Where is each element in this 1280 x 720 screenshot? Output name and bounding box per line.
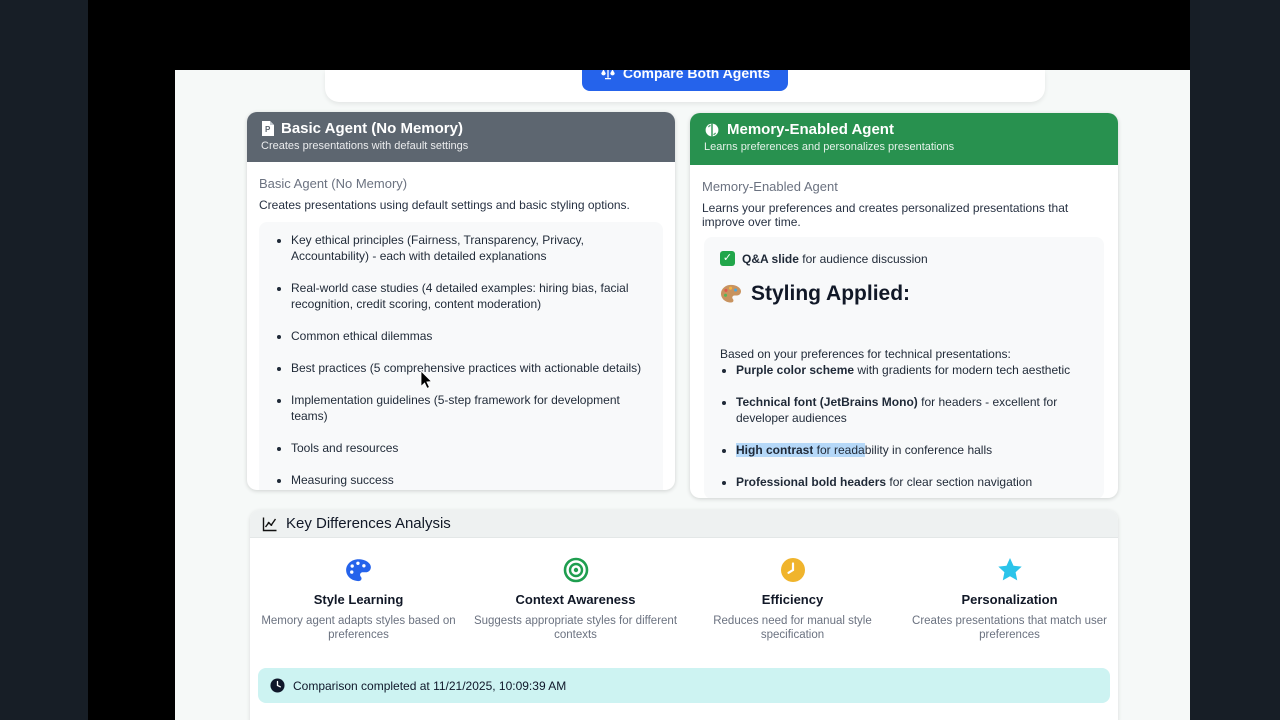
palette-icon bbox=[256, 556, 461, 584]
chart-icon bbox=[262, 516, 278, 532]
memory-styling-panel: ✓ Q&A slide for audience discussion Styl… bbox=[704, 237, 1104, 498]
list-item: Real-world case studies (4 detailed exam… bbox=[291, 280, 649, 312]
document-icon: P bbox=[261, 121, 274, 136]
qa-slide-line: ✓ Q&A slide for audience discussion bbox=[720, 251, 1088, 266]
target-icon bbox=[473, 556, 678, 584]
balance-scale-icon bbox=[600, 70, 616, 81]
feature-context-awareness: Context Awareness Suggests appropriate s… bbox=[467, 556, 684, 642]
list-item: Key ethical principles (Fairness, Transp… bbox=[291, 232, 649, 264]
clock-icon bbox=[690, 556, 895, 584]
list-item: Measuring success bbox=[291, 472, 649, 488]
list-item-selected-text: High contrast for readability in confere… bbox=[736, 442, 1088, 458]
status-clock-icon bbox=[270, 678, 285, 693]
qa-slide-bold: Q&A slide bbox=[742, 251, 799, 266]
list-item: Technical font (JetBrains Mono) for head… bbox=[736, 394, 1088, 426]
qa-slide-rest: for audience discussion bbox=[798, 251, 928, 266]
comparison-toolbar-card: Compare Both Agents bbox=[325, 70, 1045, 102]
status-text: Comparison completed at 11/21/2025, 10:0… bbox=[293, 678, 567, 693]
basic-card-subtitle: Creates presentations with default setti… bbox=[261, 140, 469, 152]
list-item: Implementation guidelines (5-step framew… bbox=[291, 392, 649, 424]
list-item: Purple color scheme with gradients for m… bbox=[736, 362, 1088, 378]
memory-card-subtitle: Learns preferences and personalizes pres… bbox=[704, 141, 955, 153]
memory-agent-card-header: Memory-Enabled Agent Learns preferences … bbox=[690, 113, 1118, 165]
memory-agent-card: Memory-Enabled Agent Learns preferences … bbox=[690, 113, 1118, 498]
compare-both-agents-button[interactable]: Compare Both Agents bbox=[582, 70, 788, 91]
styling-applied-heading: Styling Applied: bbox=[720, 282, 1088, 306]
basic-bullet-panel: Key ethical principles (Fairness, Transp… bbox=[259, 222, 663, 490]
memory-card-body: Memory-Enabled Agent Learns your prefere… bbox=[690, 165, 1118, 498]
basic-body-title: Basic Agent (No Memory) bbox=[259, 176, 408, 191]
styling-intro: Based on your preferences for technical … bbox=[720, 347, 1011, 361]
basic-agent-card: P Basic Agent (No Memory) Creates presen… bbox=[247, 112, 675, 490]
app-viewport: Compare Both Agents P Basic Agent (No Me… bbox=[175, 70, 1190, 720]
list-item: Best practices (5 comprehensive practice… bbox=[291, 360, 649, 376]
memory-body-title: Memory-Enabled Agent bbox=[702, 179, 838, 194]
basic-agent-card-header: P Basic Agent (No Memory) Creates presen… bbox=[247, 112, 675, 162]
styling-bullet-list: Purple color scheme with gradients for m… bbox=[720, 362, 1088, 490]
feature-personalization: Personalization Creates presentations th… bbox=[901, 556, 1118, 642]
feature-efficiency: Efficiency Reduces need for manual style… bbox=[684, 556, 901, 642]
basic-body-text: Creates presentations using default sett… bbox=[259, 198, 630, 212]
list-item: Professional bold headers for clear sect… bbox=[736, 474, 1088, 490]
features-row: Style Learning Memory agent adapts style… bbox=[250, 556, 1118, 642]
svg-text:P: P bbox=[265, 125, 271, 134]
check-icon: ✓ bbox=[720, 251, 735, 266]
memory-card-title: Memory-Enabled Agent bbox=[727, 121, 894, 138]
memory-body-text: Learns your preferences and creates pers… bbox=[702, 201, 1069, 229]
list-item: Common ethical dilemmas bbox=[291, 328, 649, 344]
basic-bullet-list: Key ethical principles (Fairness, Transp… bbox=[273, 232, 649, 490]
compare-button-label: Compare Both Agents bbox=[622, 70, 771, 81]
basic-card-body: Basic Agent (No Memory) Creates presenta… bbox=[247, 162, 675, 490]
palette-emoji-icon bbox=[720, 284, 742, 304]
list-item: Tools and resources bbox=[291, 440, 649, 456]
feature-style-learning: Style Learning Memory agent adapts style… bbox=[250, 556, 467, 642]
key-differences-header: Key Differences Analysis bbox=[250, 510, 1118, 538]
star-icon bbox=[907, 556, 1112, 584]
brain-icon bbox=[704, 122, 720, 138]
key-differences-title: Key Differences Analysis bbox=[286, 515, 451, 532]
basic-card-title: Basic Agent (No Memory) bbox=[281, 120, 463, 137]
styling-heading-label: Styling Applied: bbox=[751, 282, 911, 305]
status-bar: Comparison completed at 11/21/2025, 10:0… bbox=[258, 668, 1110, 703]
